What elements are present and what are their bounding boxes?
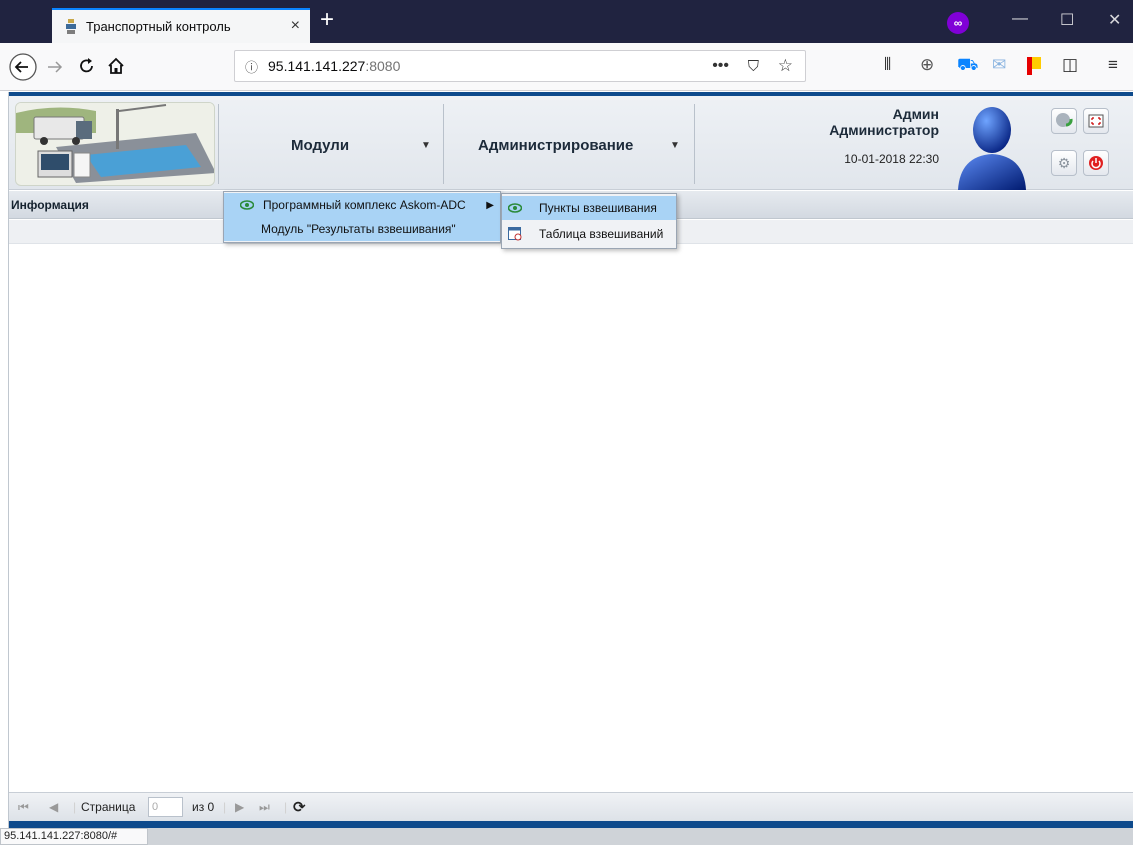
new-tab-button[interactable]: + bbox=[320, 6, 334, 34]
administration-menu-label: Администрирование bbox=[478, 136, 634, 154]
private-browsing-icon: ∞ bbox=[947, 12, 969, 34]
modules-menu-button[interactable]: Модули ▼ bbox=[219, 100, 443, 190]
menu-item-askom-adc[interactable]: Программный комплекс Askom-ADC ▶ bbox=[224, 193, 500, 217]
browser-tab[interactable]: Транспортный контроль × bbox=[52, 8, 310, 43]
chevron-right-icon: ▶ bbox=[486, 199, 494, 211]
eye-icon bbox=[508, 203, 522, 213]
user-avatar-icon bbox=[954, 104, 1030, 190]
sidebar-toggle-icon[interactable]: ◫ bbox=[1062, 55, 1078, 75]
site-favicon-icon bbox=[64, 18, 78, 35]
menu-item-weighing-results[interactable]: Модуль "Результаты взвешивания" bbox=[224, 217, 500, 241]
refresh-user-button[interactable] bbox=[1051, 108, 1077, 134]
mail-extension-icon[interactable]: ✉ bbox=[992, 55, 1006, 75]
library-icon[interactable]: ⫴ bbox=[884, 55, 891, 75]
browser-status-bar: 95.141.141.227:8080/# bbox=[0, 828, 1133, 845]
modules-menu-label: Модули bbox=[291, 136, 350, 154]
header-separator bbox=[694, 104, 695, 184]
url-host: 95.141.141.227 bbox=[268, 58, 366, 74]
user-role: Администратор bbox=[829, 122, 939, 138]
pager-separator: | bbox=[223, 800, 227, 814]
home-button[interactable] bbox=[106, 56, 126, 76]
page-label: Страница bbox=[81, 800, 136, 814]
first-page-icon[interactable]: ⏮ bbox=[18, 800, 29, 815]
modules-dropdown-menu: Программный комплекс Askom-ADC ▶ Модуль … bbox=[223, 191, 501, 243]
forward-button[interactable] bbox=[46, 59, 64, 75]
power-logout-icon[interactable] bbox=[1083, 150, 1109, 176]
cart-extension-icon[interactable]: ⛟ bbox=[957, 55, 978, 77]
pocket-icon[interactable]: ⛉ bbox=[748, 58, 759, 75]
site-info-icon[interactable]: ⓘ bbox=[245, 57, 258, 76]
eye-icon bbox=[240, 200, 254, 210]
chevron-down-icon: ▼ bbox=[421, 139, 431, 151]
next-page-icon[interactable]: ▶ bbox=[235, 800, 244, 814]
tab-close-icon[interactable]: × bbox=[291, 17, 300, 35]
fullscreen-button[interactable] bbox=[1083, 108, 1109, 134]
maximize-window-icon[interactable]: ☐ bbox=[1060, 10, 1074, 30]
globe-extension-icon[interactable]: ⊕ bbox=[920, 55, 934, 75]
previous-page-icon[interactable]: ◀ bbox=[49, 800, 58, 814]
menu-item-weighing-points[interactable]: Пункты взвешивания bbox=[502, 196, 676, 220]
flag-extension-icon[interactable] bbox=[1027, 57, 1043, 75]
browser-tab-bar: Транспортный контроль × + ∞ — ☐ ✕ bbox=[0, 0, 1133, 43]
hamburger-menu-icon[interactable]: ≡ bbox=[1108, 55, 1118, 75]
page-total-label: из 0 bbox=[192, 800, 215, 814]
back-button[interactable] bbox=[8, 52, 38, 82]
url-bar[interactable]: ⓘ 95.141.141.227 :8080 ••• ⛉ ☆ bbox=[234, 50, 806, 82]
bottom-accent-bar bbox=[9, 821, 1133, 828]
settings-gear-icon[interactable]: ⚙ bbox=[1051, 150, 1077, 176]
user-name: Админ bbox=[892, 106, 939, 122]
current-datetime: 10-01-2018 22:30 bbox=[844, 152, 939, 166]
administration-menu-button[interactable]: Администрирование ▼ bbox=[444, 100, 694, 190]
menu-item-weighing-table[interactable]: Таблица взвешиваний bbox=[502, 222, 676, 246]
last-page-icon[interactable]: ⏭ bbox=[259, 800, 270, 815]
menu-item-label: Модуль "Результаты взвешивания" bbox=[261, 222, 456, 236]
page-number-input[interactable] bbox=[148, 797, 183, 817]
close-window-icon[interactable]: ✕ bbox=[1108, 10, 1121, 30]
menu-item-label: Программный комплекс Askom-ADC bbox=[263, 198, 466, 212]
info-panel-title: Информация bbox=[11, 198, 89, 212]
pager-separator: | bbox=[73, 800, 77, 814]
reload-button[interactable] bbox=[78, 57, 96, 75]
refresh-icon[interactable]: ⟳ bbox=[293, 798, 306, 816]
status-url: 95.141.141.227:8080/# bbox=[0, 828, 148, 845]
askom-submenu: Пункты взвешивания Таблица взвешиваний bbox=[501, 193, 677, 249]
app-logo bbox=[15, 102, 215, 186]
minimize-window-icon[interactable]: — bbox=[1012, 10, 1028, 28]
menu-item-label: Пункты взвешивания bbox=[539, 201, 657, 215]
user-info: Админ Администратор 10-01-2018 22:30 bbox=[779, 106, 939, 166]
app-header: Модули ▼ Администрирование ▼ Админ Админ… bbox=[9, 96, 1133, 190]
table-icon bbox=[508, 227, 522, 241]
chevron-down-icon: ▼ bbox=[670, 139, 680, 151]
pager-separator: | bbox=[284, 800, 288, 814]
menu-item-label: Таблица взвешиваний bbox=[539, 227, 664, 241]
page-actions-icon[interactable]: ••• bbox=[712, 57, 729, 75]
bookmark-star-icon[interactable]: ☆ bbox=[778, 56, 793, 76]
pagination-toolbar: ⏮ ◀ | Страница из 0 | ▶ ⏭ | ⟳ bbox=[9, 792, 1133, 821]
tab-title: Транспортный контроль bbox=[86, 19, 231, 34]
browser-nav-bar: ⓘ 95.141.141.227 :8080 ••• ⛉ ☆ ⫴ ⊕ ⛟ ✉ ◫… bbox=[0, 43, 1133, 91]
url-port: :8080 bbox=[365, 58, 401, 74]
